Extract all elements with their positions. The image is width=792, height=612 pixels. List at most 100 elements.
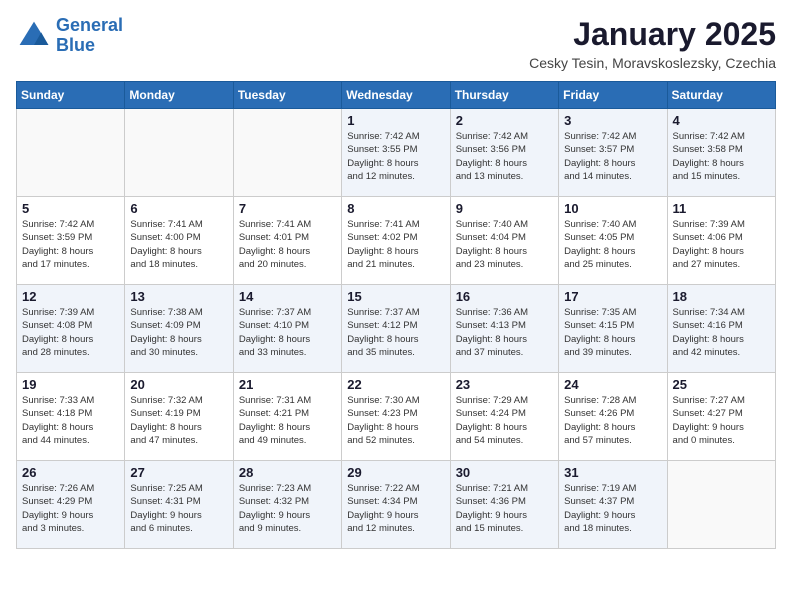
day-info: Sunrise: 7:22 AM Sunset: 4:34 PM Dayligh… [347,482,444,535]
table-row: 19 Sunrise: 7:33 AM Sunset: 4:18 PM Dayli… [17,373,125,461]
day-info: Sunrise: 7:33 AM Sunset: 4:18 PM Dayligh… [22,394,119,447]
day-number: 8 [347,201,444,216]
day-number: 3 [564,113,661,128]
day-info: Sunrise: 7:39 AM Sunset: 4:06 PM Dayligh… [673,218,770,271]
day-number: 27 [130,465,227,480]
table-row: 15Sunrise: 7:37 AM Sunset: 4:12 PM Dayli… [342,285,450,373]
table-row: 30 Sunrise: 7:21 AM Sunset: 4:36 PM Dayli… [450,461,558,549]
col-sunday: Sunday [17,82,125,109]
day-info: Sunrise: 7:27 AM Sunset: 4:27 PM Dayligh… [673,394,770,447]
logo-icon [16,18,52,54]
day-info: Sunrise: 7:30 AM Sunset: 4:23 PM Dayligh… [347,394,444,447]
day-info: Sunrise: 7:41 AM Sunset: 4:01 PM Dayligh… [239,218,336,271]
col-friday: Friday [559,82,667,109]
table-row: 26Sunrise: 7:26 AM Sunset: 4:29 PM Dayli… [17,461,125,549]
table-row: 22 Sunrise: 7:30 AM Sunset: 4:23 PM Dayli… [342,373,450,461]
day-number: 23 [456,377,553,392]
day-number: 26 [22,465,119,480]
table-row: 3 Sunrise: 7:42 AM Sunset: 3:57 PM Daylig… [559,109,667,197]
col-saturday: Saturday [667,82,775,109]
day-info: Sunrise: 7:29 AM Sunset: 4:24 PM Dayligh… [456,394,553,447]
calendar-header-row: Sunday Monday Tuesday Wednesday Thursday… [17,82,776,109]
day-info: Sunrise: 7:32 AM Sunset: 4:19 PM Dayligh… [130,394,227,447]
day-number: 30 [456,465,553,480]
day-number: 15 [347,289,444,304]
logo-line2: Blue [56,35,95,55]
day-number: 2 [456,113,553,128]
day-number: 10 [564,201,661,216]
table-row: 8 Sunrise: 7:41 AM Sunset: 4:02 PM Daylig… [342,197,450,285]
logo: General Blue [16,16,123,56]
day-number: 4 [673,113,770,128]
calendar-week-row: 12Sunrise: 7:39 AM Sunset: 4:08 PM Dayli… [17,285,776,373]
day-number: 9 [456,201,553,216]
day-info: Sunrise: 7:34 AM Sunset: 4:16 PM Dayligh… [673,306,770,359]
table-row: 21 Sunrise: 7:31 AM Sunset: 4:21 PM Dayli… [233,373,341,461]
day-info: Sunrise: 7:36 AM Sunset: 4:13 PM Dayligh… [456,306,553,359]
table-row: 10 Sunrise: 7:40 AM Sunset: 4:05 PM Dayli… [559,197,667,285]
table-row: 27Sunrise: 7:25 AM Sunset: 4:31 PM Dayli… [125,461,233,549]
day-info: Sunrise: 7:35 AM Sunset: 4:15 PM Dayligh… [564,306,661,359]
location: Cesky Tesin, Moravskoslezsky, Czechia [529,55,776,71]
day-number: 19 [22,377,119,392]
table-row: 6 Sunrise: 7:41 AM Sunset: 4:00 PM Daylig… [125,197,233,285]
day-info: Sunrise: 7:41 AM Sunset: 4:02 PM Dayligh… [347,218,444,271]
day-number: 5 [22,201,119,216]
table-row: 4Sunrise: 7:42 AM Sunset: 3:58 PM Daylig… [667,109,775,197]
title-block: January 2025 Cesky Tesin, Moravskoslezsk… [529,16,776,71]
calendar-week-row: 1 Sunrise: 7:42 AM Sunset: 3:55 PM Daylig… [17,109,776,197]
day-number: 11 [673,201,770,216]
table-row [233,109,341,197]
day-info: Sunrise: 7:19 AM Sunset: 4:37 PM Dayligh… [564,482,661,535]
month-title: January 2025 [529,16,776,53]
day-info: Sunrise: 7:42 AM Sunset: 3:56 PM Dayligh… [456,130,553,183]
table-row: 1 Sunrise: 7:42 AM Sunset: 3:55 PM Daylig… [342,109,450,197]
col-wednesday: Wednesday [342,82,450,109]
day-number: 1 [347,113,444,128]
table-row: 18Sunrise: 7:34 AM Sunset: 4:16 PM Dayli… [667,285,775,373]
table-row: 20Sunrise: 7:32 AM Sunset: 4:19 PM Dayli… [125,373,233,461]
day-number: 29 [347,465,444,480]
day-info: Sunrise: 7:40 AM Sunset: 4:04 PM Dayligh… [456,218,553,271]
table-row: 7 Sunrise: 7:41 AM Sunset: 4:01 PM Daylig… [233,197,341,285]
day-number: 25 [673,377,770,392]
day-info: Sunrise: 7:40 AM Sunset: 4:05 PM Dayligh… [564,218,661,271]
calendar-week-row: 5 Sunrise: 7:42 AM Sunset: 3:59 PM Daylig… [17,197,776,285]
day-info: Sunrise: 7:42 AM Sunset: 3:55 PM Dayligh… [347,130,444,183]
col-tuesday: Tuesday [233,82,341,109]
col-thursday: Thursday [450,82,558,109]
day-number: 7 [239,201,336,216]
table-row: 11 Sunrise: 7:39 AM Sunset: 4:06 PM Dayli… [667,197,775,285]
table-row: 13 Sunrise: 7:38 AM Sunset: 4:09 PM Dayli… [125,285,233,373]
table-row [125,109,233,197]
day-number: 16 [456,289,553,304]
table-row: 28Sunrise: 7:23 AM Sunset: 4:32 PM Dayli… [233,461,341,549]
day-info: Sunrise: 7:31 AM Sunset: 4:21 PM Dayligh… [239,394,336,447]
logo-text: General Blue [56,16,123,56]
table-row: 14Sunrise: 7:37 AM Sunset: 4:10 PM Dayli… [233,285,341,373]
table-row: 31Sunrise: 7:19 AM Sunset: 4:37 PM Dayli… [559,461,667,549]
table-row: 16 Sunrise: 7:36 AM Sunset: 4:13 PM Dayli… [450,285,558,373]
day-info: Sunrise: 7:41 AM Sunset: 4:00 PM Dayligh… [130,218,227,271]
day-info: Sunrise: 7:28 AM Sunset: 4:26 PM Dayligh… [564,394,661,447]
day-info: Sunrise: 7:21 AM Sunset: 4:36 PM Dayligh… [456,482,553,535]
table-row: 25 Sunrise: 7:27 AM Sunset: 4:27 PM Dayli… [667,373,775,461]
day-number: 13 [130,289,227,304]
day-info: Sunrise: 7:38 AM Sunset: 4:09 PM Dayligh… [130,306,227,359]
table-row: 12Sunrise: 7:39 AM Sunset: 4:08 PM Dayli… [17,285,125,373]
day-number: 21 [239,377,336,392]
day-number: 22 [347,377,444,392]
calendar-week-row: 19 Sunrise: 7:33 AM Sunset: 4:18 PM Dayli… [17,373,776,461]
col-monday: Monday [125,82,233,109]
calendar: Sunday Monday Tuesday Wednesday Thursday… [16,81,776,549]
day-number: 6 [130,201,227,216]
day-number: 17 [564,289,661,304]
calendar-week-row: 26Sunrise: 7:26 AM Sunset: 4:29 PM Dayli… [17,461,776,549]
table-row: 24Sunrise: 7:28 AM Sunset: 4:26 PM Dayli… [559,373,667,461]
table-row: 29 Sunrise: 7:22 AM Sunset: 4:34 PM Dayli… [342,461,450,549]
day-info: Sunrise: 7:42 AM Sunset: 3:57 PM Dayligh… [564,130,661,183]
day-number: 12 [22,289,119,304]
table-row: 9 Sunrise: 7:40 AM Sunset: 4:04 PM Daylig… [450,197,558,285]
page-header: General Blue January 2025 Cesky Tesin, M… [16,16,776,71]
day-info: Sunrise: 7:42 AM Sunset: 3:59 PM Dayligh… [22,218,119,271]
